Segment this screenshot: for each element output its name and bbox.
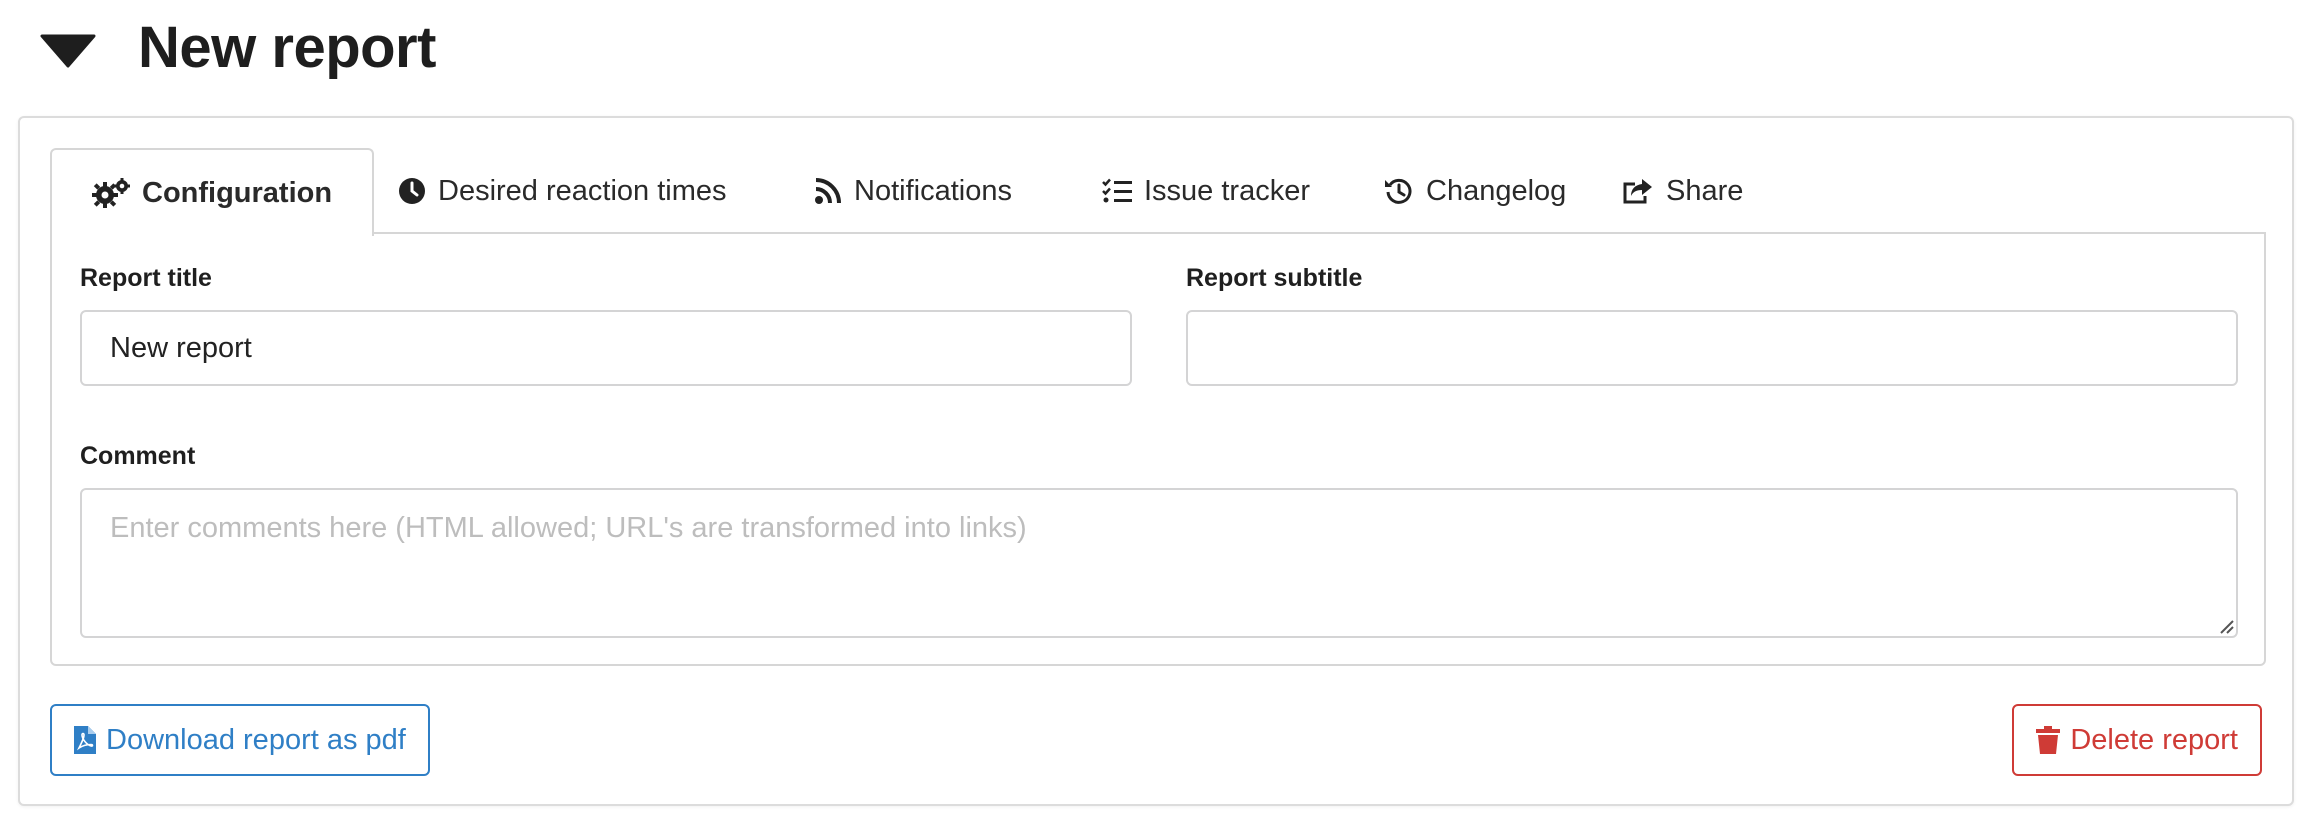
- tab-label: Issue tracker: [1144, 174, 1310, 207]
- delete-report-button[interactable]: Delete report: [2012, 704, 2262, 776]
- tab-label: Changelog: [1426, 174, 1567, 207]
- tasks-list-icon: [1102, 178, 1132, 203]
- tab-share[interactable]: Share: [1622, 148, 1743, 234]
- tab-issue-tracker[interactable]: Issue tracker: [1102, 148, 1310, 234]
- share-icon: [1623, 179, 1652, 204]
- report-title-label: Report title: [80, 264, 212, 292]
- tab-label: Configuration: [142, 176, 333, 209]
- tab-label: Desired reaction times: [438, 174, 727, 207]
- clock-icon: [399, 178, 425, 204]
- report-header: New report: [0, 0, 2310, 100]
- history-icon: [1385, 178, 1412, 204]
- rss-icon: [815, 178, 841, 204]
- caret-down-icon[interactable]: [40, 34, 96, 68]
- configuration-panel: Report title Report subtitle Comment: [50, 232, 2266, 666]
- page-title: New report: [138, 15, 436, 80]
- comment-label: Comment: [80, 442, 196, 470]
- gears-icon: [92, 178, 130, 208]
- tab-bar: Configuration Desired reaction times Not…: [50, 148, 2266, 236]
- resize-grip-icon[interactable]: [2216, 616, 2234, 634]
- report-subtitle-label: Report subtitle: [1186, 264, 1363, 292]
- report-title-input[interactable]: [80, 310, 1132, 386]
- tab-label: Share: [1666, 174, 1744, 207]
- download-pdf-label: Download report as pdf: [106, 723, 406, 756]
- trash-icon: [2036, 726, 2061, 754]
- tab-desired-reaction-times[interactable]: Desired reaction times: [398, 148, 727, 234]
- tab-configuration[interactable]: Configuration: [50, 148, 375, 236]
- file-pdf-icon: [74, 726, 96, 754]
- report-card: Configuration Desired reaction times Not…: [18, 116, 2294, 806]
- delete-report-label: Delete report: [2070, 723, 2238, 756]
- download-pdf-button[interactable]: Download report as pdf: [50, 704, 430, 776]
- report-subtitle-input[interactable]: [1186, 310, 2238, 386]
- comment-textarea[interactable]: [80, 488, 2238, 638]
- tab-label: Notifications: [854, 174, 1012, 207]
- tab-changelog[interactable]: Changelog: [1384, 148, 1566, 234]
- tab-notifications[interactable]: Notifications: [814, 148, 1012, 234]
